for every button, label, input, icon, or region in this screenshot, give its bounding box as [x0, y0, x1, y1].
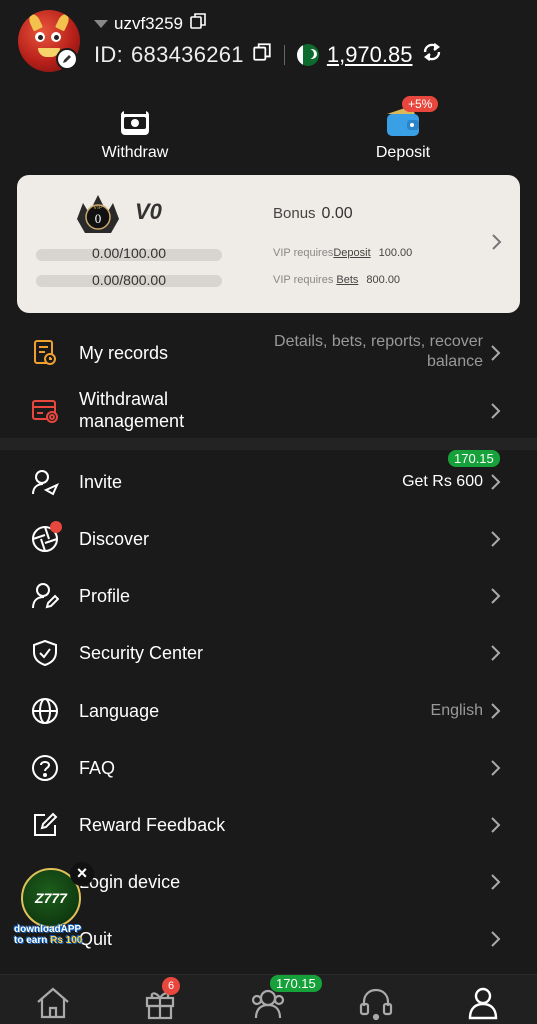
deposit-link[interactable]: Deposit [333, 247, 370, 259]
chevron-right-icon [491, 760, 501, 776]
language-label: Language [79, 701, 160, 721]
menu-invite[interactable]: Invite Get Rs 600 170.15 [0, 450, 537, 502]
invite-icon [30, 467, 60, 497]
deposit-bonus-badge: +5% [402, 96, 439, 112]
bottom-tab-bar: 6 170.15 [0, 974, 537, 1024]
question-icon [30, 753, 60, 783]
profile-label: Profile [79, 586, 131, 606]
records-hint: Details, bets, reports, recover balance [274, 333, 483, 370]
dropdown-triangle-icon[interactable] [94, 19, 108, 28]
gift-badge: 6 [162, 977, 180, 995]
chevron-right-icon [491, 345, 501, 361]
withdrawal-management-label: Withdrawal management [79, 389, 185, 431]
invite-badge: 170.15 [448, 450, 500, 467]
login-device-label: Login device [79, 872, 181, 892]
chevron-right-icon [492, 234, 502, 250]
chevron-right-icon [491, 817, 501, 833]
chevron-right-icon [491, 403, 501, 419]
user-icon [468, 987, 498, 1020]
bonus-value: 0.00 [321, 205, 353, 222]
deposit-label: Deposit [375, 144, 431, 161]
shield-icon [30, 638, 60, 668]
tab-support[interactable] [356, 985, 396, 1021]
chevron-right-icon [491, 874, 501, 890]
close-ad-button[interactable]: × [70, 862, 94, 886]
divider [283, 44, 285, 65]
bets-requirement: VIP requires Bets 800.00 [273, 274, 401, 286]
download-app-floating-ad[interactable]: Z777 × downloadAPP to earn Rs 100 [14, 862, 94, 952]
notification-dot [50, 521, 62, 533]
bonus-label: Bonus [273, 205, 316, 222]
copy-id-icon[interactable] [252, 42, 272, 67]
menu-my-records[interactable]: My records Details, bets, reports, recov… [0, 332, 537, 374]
tab-agent[interactable]: 170.15 [248, 975, 322, 1021]
section-divider [0, 438, 537, 450]
withdraw-icon [121, 111, 149, 135]
chevron-right-icon [491, 645, 501, 661]
faq-label: FAQ [79, 758, 116, 778]
download-app-text: downloadAPP to earn Rs 100 [14, 924, 83, 946]
globe-icon [30, 696, 60, 726]
withdraw-label: Withdraw [101, 144, 169, 161]
security-center-label: Security Center [79, 643, 204, 663]
refresh-balance-icon[interactable] [420, 40, 444, 69]
invite-label: Invite [79, 472, 123, 492]
agent-badge: 170.15 [270, 975, 322, 992]
balance[interactable]: 1,970.85 [327, 42, 413, 68]
invite-reward: Get Rs 600 [402, 473, 483, 490]
user-id-label: ID: [94, 41, 124, 67]
edit-note-icon [30, 810, 60, 840]
chevron-right-icon [491, 931, 501, 947]
tab-account[interactable] [463, 985, 503, 1021]
chevron-right-icon [491, 588, 501, 604]
menu-discover[interactable]: Discover [0, 519, 537, 559]
pakistan-flag-icon [296, 43, 319, 66]
deposit-progress-text: 0.00/100.00 [92, 245, 166, 261]
profile-header: uzvf3259 ID: 683436261 1,970.85 [0, 0, 537, 90]
menu-reward-feedback[interactable]: Reward Feedback [0, 805, 537, 845]
withdrawal-management-icon [30, 396, 60, 426]
username: uzvf3259 [114, 13, 183, 33]
vip-card[interactable]: VIP 0 V0 Bonus 0.00 0.00/100.00 VIP requi… [17, 175, 520, 313]
menu-withdrawal-management[interactable]: Withdrawal management [0, 388, 537, 434]
user-id: 683436261 [131, 41, 244, 67]
chevron-right-icon [491, 703, 501, 719]
discover-label: Discover [79, 529, 150, 549]
bonus-row: Bonus 0.00 [273, 205, 353, 223]
vip-badge-icon: VIP 0 [77, 195, 119, 233]
deposit-requirement: VIP requiresDeposit 100.00 [273, 247, 413, 259]
my-records-label: My records [79, 343, 169, 363]
vip-level: V0 [135, 199, 162, 224]
bets-link[interactable]: Bets [336, 274, 358, 286]
svg-text:0: 0 [95, 211, 102, 226]
home-icon [37, 987, 69, 1019]
language-value: English [430, 702, 483, 719]
chevron-right-icon [491, 531, 501, 547]
quick-actions: Withdraw +5% Deposit [0, 96, 537, 170]
profile-edit-icon [30, 581, 60, 611]
tab-home[interactable] [33, 985, 73, 1021]
chevron-right-icon [491, 474, 501, 490]
edit-avatar-icon[interactable] [56, 48, 78, 70]
deposit-button[interactable]: +5% Deposit [360, 96, 446, 162]
menu-profile[interactable]: Profile [0, 576, 537, 616]
menu-faq[interactable]: FAQ [0, 748, 537, 788]
menu-language[interactable]: Language English [0, 691, 537, 731]
withdraw-button[interactable]: Withdraw [95, 100, 175, 162]
bets-progress-text: 0.00/800.00 [92, 272, 166, 288]
copy-username-icon[interactable] [189, 12, 207, 35]
records-icon [30, 338, 60, 368]
reward-feedback-label: Reward Feedback [79, 815, 226, 835]
tab-gifts[interactable]: 6 [140, 977, 180, 1021]
headset-icon [359, 988, 393, 1020]
menu-security-center[interactable]: Security Center [0, 633, 537, 673]
